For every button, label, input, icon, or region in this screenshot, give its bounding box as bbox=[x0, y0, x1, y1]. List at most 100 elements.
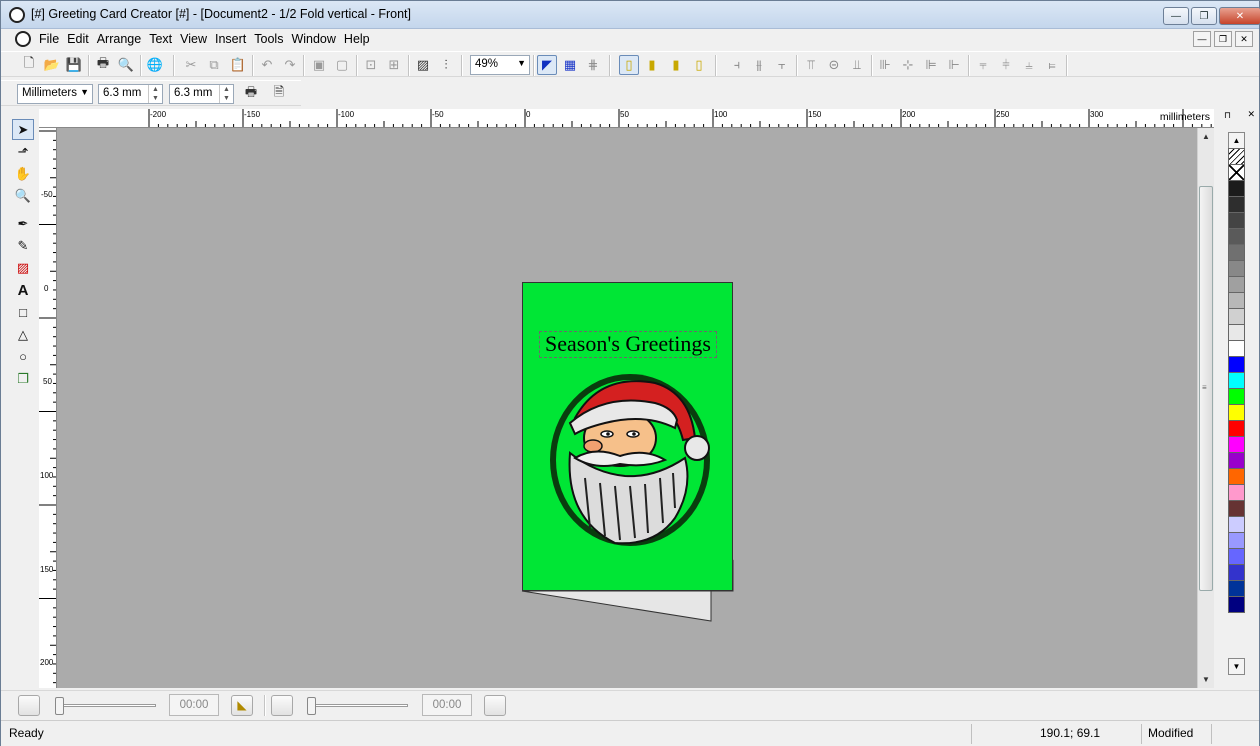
timeline-slider-b[interactable] bbox=[307, 697, 408, 715]
rectangle-tool-icon[interactable]: □ bbox=[12, 302, 34, 323]
document-menu-icon[interactable] bbox=[15, 31, 31, 47]
send-backward-icon[interactable]: ▢ bbox=[332, 55, 352, 75]
select-arrow-icon[interactable]: ➤ bbox=[12, 119, 34, 140]
text-tool-icon[interactable]: A bbox=[12, 280, 34, 301]
horizontal-ruler[interactable]: -200 -150 -100 -50 0 50 100 150 200 250 … bbox=[56, 109, 1214, 128]
align-center-icon[interactable]: ⫵ bbox=[749, 55, 769, 75]
color-swatch[interactable] bbox=[1228, 596, 1245, 613]
doc-close-button[interactable]: ✕ bbox=[1235, 31, 1253, 47]
paste-icon[interactable]: 📋 bbox=[228, 55, 248, 75]
ellipse-tool-icon[interactable]: ○ bbox=[12, 346, 34, 367]
time-field-b[interactable]: 00:00 bbox=[422, 694, 472, 716]
color-swatch[interactable] bbox=[1228, 564, 1245, 581]
node-edit-icon[interactable]: ⬏ bbox=[12, 141, 34, 162]
snap-to-guides-icon[interactable]: ◤ bbox=[537, 55, 557, 75]
slider-knob[interactable] bbox=[55, 697, 64, 715]
color-swatch[interactable] bbox=[1228, 532, 1245, 549]
menu-insert[interactable]: Insert bbox=[215, 31, 254, 46]
time-field-a[interactable]: 00:00 bbox=[169, 694, 219, 716]
freehand-pen-icon[interactable]: ✒ bbox=[12, 213, 34, 234]
menu-tools[interactable]: Tools bbox=[254, 31, 291, 46]
slider-knob[interactable] bbox=[307, 697, 316, 715]
undo-icon[interactable]: ↶ bbox=[257, 55, 277, 75]
timeline-slider-a[interactable] bbox=[55, 697, 156, 715]
color-swatch[interactable] bbox=[1228, 212, 1245, 229]
color-swatch[interactable] bbox=[1228, 340, 1245, 357]
color-swatch[interactable] bbox=[1228, 164, 1245, 181]
print-icon[interactable]: 🖶 bbox=[93, 55, 113, 75]
color-swatch[interactable] bbox=[1228, 452, 1245, 469]
distribute-bottom-icon[interactable]: ⫨ bbox=[1019, 55, 1039, 75]
doc-minimize-button[interactable]: — bbox=[1193, 31, 1211, 47]
align-bottom-icon[interactable]: ⫫ bbox=[847, 55, 867, 75]
grid-lines-icon[interactable]: ⋕ bbox=[583, 55, 603, 75]
maximize-button[interactable]: ❐ bbox=[1191, 7, 1217, 25]
spin-arrows-icon[interactable]: ▲ ▼ bbox=[219, 85, 233, 103]
color-swatch[interactable] bbox=[1228, 276, 1245, 293]
inside-left-icon[interactable]: ▮ bbox=[642, 55, 662, 75]
play-button[interactable] bbox=[18, 695, 40, 716]
web-globe-icon[interactable]: 🌐 bbox=[145, 55, 165, 75]
page-setup-icon[interactable]: 🗎 bbox=[269, 84, 289, 104]
scroll-down-icon[interactable]: ▼ bbox=[1198, 671, 1214, 688]
distribute-right-icon[interactable]: ⊫ bbox=[921, 55, 941, 75]
ruler-corner[interactable] bbox=[39, 109, 57, 128]
align-left-icon[interactable]: ⫞ bbox=[727, 55, 747, 75]
menu-help[interactable]: Help bbox=[344, 31, 378, 46]
color-swatch[interactable] bbox=[1228, 500, 1245, 517]
align-objects-icon[interactable]: ⫶ bbox=[436, 55, 456, 75]
color-swatch[interactable] bbox=[1228, 372, 1245, 389]
pin-icon[interactable]: ⊓ bbox=[1224, 110, 1231, 121]
clipart-tool-icon[interactable]: ❐ bbox=[12, 368, 34, 389]
color-swatch[interactable] bbox=[1228, 260, 1245, 277]
document-canvas[interactable]: Season's Greetings bbox=[57, 128, 1197, 688]
app-logo-icon[interactable] bbox=[9, 7, 25, 23]
triangle-tool-icon[interactable]: △ bbox=[12, 324, 34, 345]
menu-text[interactable]: Text bbox=[149, 31, 180, 46]
ungroup-icon[interactable]: ⊞ bbox=[384, 55, 404, 75]
color-swatch[interactable] bbox=[1228, 436, 1245, 453]
color-swatch[interactable] bbox=[1228, 356, 1245, 373]
close-icon[interactable]: ✕ bbox=[1247, 109, 1255, 120]
color-swatch[interactable] bbox=[1228, 580, 1245, 597]
distribute-center-icon[interactable]: ⊹ bbox=[898, 55, 918, 75]
save-icon[interactable]: 💾 bbox=[64, 55, 84, 75]
color-swatch[interactable] bbox=[1228, 180, 1245, 197]
scroll-up-icon[interactable]: ▲ bbox=[1198, 128, 1214, 145]
inside-right-icon[interactable]: ▮ bbox=[666, 55, 686, 75]
nudge-x-field[interactable]: 6.3 mm ▲ ▼ bbox=[98, 84, 163, 104]
align-right-icon[interactable]: ⫟ bbox=[772, 55, 792, 75]
palette-scroll-down-icon[interactable]: ▼ bbox=[1228, 658, 1245, 675]
stop-button[interactable] bbox=[484, 695, 506, 716]
distribute-left-icon[interactable]: ⊪ bbox=[875, 55, 895, 75]
insert-picture-icon[interactable]: ▨ bbox=[413, 55, 433, 75]
color-swatch[interactable] bbox=[1228, 484, 1245, 501]
menu-view[interactable]: View bbox=[180, 31, 215, 46]
color-swatch[interactable] bbox=[1228, 292, 1245, 309]
color-swatch[interactable] bbox=[1228, 324, 1245, 341]
color-swatch[interactable] bbox=[1228, 196, 1245, 213]
minimize-button[interactable]: — bbox=[1163, 7, 1189, 25]
santa-clipart[interactable] bbox=[545, 368, 715, 548]
group-icon[interactable]: ⊡ bbox=[361, 55, 381, 75]
color-swatch[interactable] bbox=[1228, 244, 1245, 261]
vertical-ruler[interactable]: -50 0 50 100 150 200 bbox=[39, 128, 57, 688]
hand-pan-icon[interactable]: ✋ bbox=[12, 163, 34, 184]
color-fill-icon[interactable]: ▨ bbox=[12, 257, 34, 278]
bring-forward-icon[interactable]: ▣ bbox=[309, 55, 329, 75]
open-folder-icon[interactable]: 📂 bbox=[42, 55, 62, 75]
bezier-pen-icon[interactable]: ✎ bbox=[12, 235, 34, 256]
units-select[interactable]: Millimeters ▼ bbox=[17, 84, 93, 104]
print-preview-icon[interactable]: 🔍 bbox=[116, 55, 136, 75]
align-top-icon[interactable]: ⫪ bbox=[801, 55, 821, 75]
align-middle-icon[interactable]: ⊝ bbox=[824, 55, 844, 75]
greeting-text[interactable]: Season's Greetings bbox=[539, 331, 717, 358]
palette-scroll-up-icon[interactable]: ▲ bbox=[1228, 132, 1245, 149]
menu-file[interactable]: File bbox=[39, 31, 67, 46]
menu-arrange[interactable]: Arrange bbox=[97, 31, 149, 46]
grid-icon[interactable]: ▦ bbox=[560, 55, 580, 75]
vertical-scrollbar[interactable]: ▲ ≡ ▼ bbox=[1197, 128, 1214, 688]
color-swatch[interactable] bbox=[1228, 548, 1245, 565]
menu-edit[interactable]: Edit bbox=[67, 31, 97, 46]
color-swatch[interactable] bbox=[1228, 148, 1245, 165]
